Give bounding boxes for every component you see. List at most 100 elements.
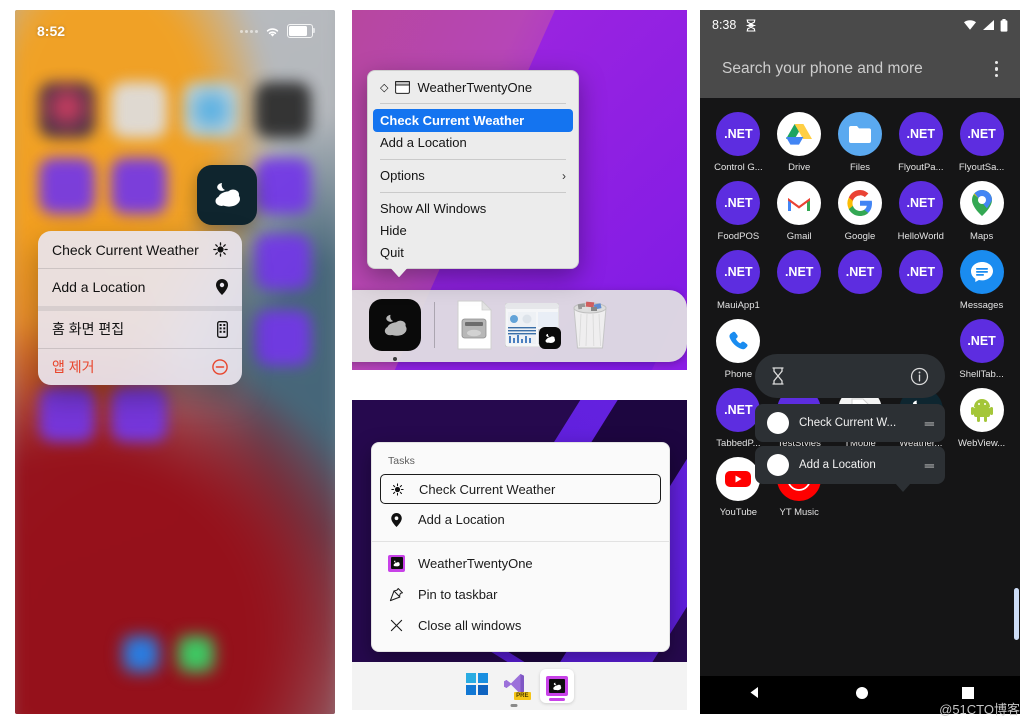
blurred-app-icon — [39, 386, 95, 442]
app-item-control-g[interactable]: .NET Control G... — [708, 112, 769, 173]
jump-list-divider — [372, 541, 669, 542]
app-row: .NET FoodPOS Gmail Google .NET HelloWorl… — [700, 181, 1020, 242]
trash-icon[interactable] — [561, 296, 619, 354]
jump-list-item-label: Add a Location — [418, 512, 505, 527]
menu-item-add-a-location[interactable]: Add a Location — [368, 132, 578, 154]
ios-context-menu[interactable]: Check Current Weather Add a Location 홈 화… — [38, 231, 242, 386]
drag-handle-icon[interactable]: ═ — [925, 416, 934, 431]
app-label: Messages — [959, 300, 1004, 311]
context-menu-item-edit-home-screen[interactable]: 홈 화면 편집 — [38, 311, 242, 348]
jump-list-item-check-current-weather[interactable]: Check Current Weather — [380, 474, 661, 504]
back-triangle-icon[interactable] — [747, 685, 762, 705]
hourglass-pause-icon[interactable] — [771, 367, 785, 385]
taskbar-running-indicator — [510, 704, 517, 707]
shortcut-icon — [767, 412, 789, 434]
android-app-options-row[interactable] — [755, 354, 945, 398]
weathertwentyone-taskbar-icon[interactable] — [539, 669, 574, 703]
menu-item-options[interactable]: Options › — [368, 165, 578, 187]
home-circle-icon[interactable] — [855, 686, 869, 705]
android-search-bar[interactable]: Search your phone and more — [700, 40, 1020, 98]
app-item-foodpos[interactable]: .NET FoodPOS — [708, 181, 769, 242]
app-item-gmail[interactable]: Gmail — [769, 181, 830, 242]
app-label: FoodPOS — [717, 231, 760, 242]
app-window-preview-icon[interactable] — [503, 296, 561, 354]
menu-item-show-all-windows[interactable]: Show All Windows — [368, 197, 578, 219]
blurred-app-icon — [255, 82, 311, 138]
macos-dock-panel: ◇ WeatherTwentyOne Check Current Weather… — [352, 10, 687, 370]
app-item-google[interactable]: Google — [830, 181, 891, 242]
android-scrollbar[interactable] — [1014, 588, 1019, 640]
drag-handle-icon[interactable]: ═ — [925, 458, 934, 473]
app-item-files[interactable]: Files — [830, 112, 891, 173]
google-icon — [837, 181, 882, 225]
menu-item-hide[interactable]: Hide — [368, 219, 578, 241]
app-item-messages[interactable]: Messages — [951, 250, 1012, 311]
phone-icon — [716, 319, 761, 363]
visual-studio-preview-icon[interactable]: PRE — [502, 672, 531, 707]
jump-list-item-close-all-windows[interactable]: Close all windows — [372, 610, 669, 641]
context-menu-item-label: 앱 제거 — [52, 358, 95, 375]
google-maps-icon — [959, 181, 1004, 225]
blurred-app-icon — [255, 234, 311, 290]
files-icon — [837, 112, 882, 156]
jump-list-item-pin-to-taskbar[interactable]: Pin to taskbar — [372, 579, 669, 610]
app-label: Control G... — [714, 162, 763, 173]
youtube-icon — [716, 457, 761, 501]
app-label: MauiApp1 — [717, 300, 760, 311]
menu-item-check-current-weather[interactable]: Check Current Weather — [373, 108, 573, 132]
app-item-maps[interactable]: Maps — [951, 181, 1012, 242]
close-icon — [388, 619, 405, 632]
weather-overlay-badge-icon — [539, 327, 561, 349]
android-launcher-panel: 8:38 Search your phone and more .NET Con… — [700, 10, 1020, 714]
android-shortcut-add-a-location[interactable]: Add a Location ═ — [755, 446, 945, 484]
app-item-mauiapp1[interactable]: .NET MauiApp1 — [708, 250, 769, 311]
app-item-helloworld[interactable]: .NET HelloWorld — [890, 181, 951, 242]
dock-divider — [434, 302, 435, 348]
dotnet-icon: .NET — [898, 250, 943, 294]
shortcut-label: Add a Location — [799, 459, 876, 471]
jump-list-item-label: Close all windows — [418, 617, 522, 633]
app-item-flyoutpa[interactable]: .NET FlyoutPa... — [890, 112, 951, 173]
app-info-icon[interactable] — [910, 367, 929, 386]
macos-dock-context-menu[interactable]: ◇ WeatherTwentyOne Check Current Weather… — [367, 70, 579, 278]
weather-app-icon[interactable] — [197, 165, 257, 225]
app-item-webview[interactable]: WebView... — [951, 388, 1012, 449]
context-menu-item-check-current-weather[interactable]: Check Current Weather — [38, 231, 242, 268]
battery-icon — [1000, 18, 1008, 32]
app-item-net-3d[interactable]: .NET — [890, 250, 951, 311]
app-label: Gmail — [786, 231, 812, 242]
weather-app-dock-icon[interactable] — [366, 296, 424, 361]
menu-header-weathertwentyone[interactable]: ◇ WeatherTwentyOne — [368, 76, 578, 98]
jump-list-item-weathertwentyone[interactable]: WeatherTwentyOne — [372, 548, 669, 579]
search-input[interactable]: Search your phone and more — [722, 60, 923, 78]
jump-list-item-add-a-location[interactable]: Add a Location — [372, 504, 669, 535]
blurred-app-icon — [255, 158, 311, 214]
app-row: .NET MauiApp1 .NET .NET .NET Messages — [700, 250, 1020, 311]
android-shortcut-check-current-weather[interactable]: Check Current W... ═ — [755, 404, 945, 442]
jump-list-item-label: Pin to taskbar — [418, 586, 498, 602]
blurred-app-icon — [111, 386, 167, 442]
app-item-net-3c[interactable]: .NET — [830, 250, 891, 311]
google-drive-icon — [777, 112, 822, 156]
context-menu-item-label: 홈 화면 편집 — [52, 321, 125, 338]
kebab-menu-icon[interactable] — [994, 60, 998, 78]
app-item-net-3b[interactable]: .NET — [769, 250, 830, 311]
dock-running-indicator — [393, 357, 397, 361]
taskbar-active-indicator — [548, 698, 565, 701]
app-item-shelltab[interactable]: .NET ShellTab... — [951, 319, 1012, 380]
ios-signal-dots-icon — [240, 29, 258, 33]
app-item-flyoutsa[interactable]: .NET FlyoutSa... — [951, 112, 1012, 173]
context-menu-item-add-a-location[interactable]: Add a Location — [38, 269, 242, 306]
start-button-icon[interactable] — [465, 672, 488, 700]
menu-item-quit[interactable]: Quit — [368, 241, 578, 263]
disk-image-file-icon[interactable] — [445, 296, 503, 354]
battery-icon — [287, 24, 315, 38]
menu-item-label: Hide — [380, 222, 407, 238]
app-item-drive[interactable]: Drive — [769, 112, 830, 173]
app-label: YT Music — [779, 507, 819, 518]
dotnet-icon: .NET — [959, 319, 1004, 363]
context-menu-item-remove-app[interactable]: 앱 제거 — [38, 348, 242, 385]
windows-jump-list[interactable]: Tasks Check Current Weather Add a Locati… — [371, 442, 670, 652]
blurred-app-icon — [39, 82, 95, 138]
blurred-app-icon — [255, 310, 311, 366]
